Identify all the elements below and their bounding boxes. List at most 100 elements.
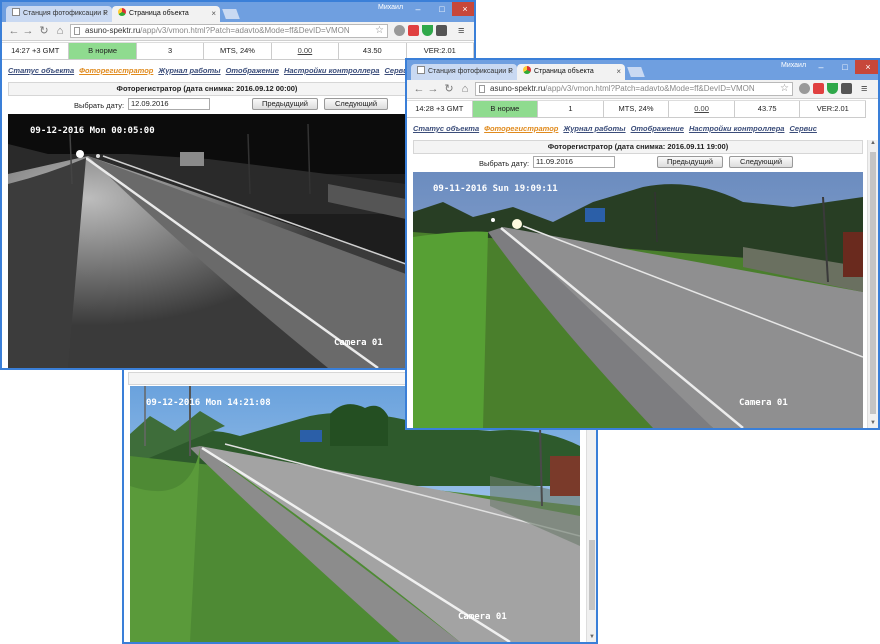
tab-object-page[interactable]: Страница объекта × [517, 64, 625, 80]
status-version: VER:2.01 [800, 101, 867, 117]
status-time: 14:27 +3 GMT [2, 43, 70, 59]
close-window-button[interactable]: × [452, 2, 474, 16]
extension-icon[interactable] [394, 25, 405, 36]
maximize-button[interactable]: □ [430, 2, 454, 16]
browser-toolbar: ← → ↻ ⌂ asuno-spektr.ru/app/v3/vmon.html… [2, 22, 474, 41]
close-window-button[interactable]: × [855, 60, 878, 74]
tab-station[interactable]: Станция фотофиксации Р × [411, 64, 517, 80]
page-info-icon [479, 85, 485, 93]
date-input[interactable]: 11.09.2016 [533, 156, 615, 168]
status-value: 43.75 [735, 101, 801, 117]
previous-button[interactable]: Предыдущий [252, 98, 318, 110]
nav-journal[interactable]: Журнал работы [158, 66, 220, 75]
extension-icon[interactable] [799, 83, 810, 94]
nav-status[interactable]: Статус объекта [413, 124, 479, 133]
extension-icon[interactable] [813, 83, 824, 94]
menu-icon[interactable]: ≡ [861, 82, 867, 96]
nav-settings[interactable]: Настройки контроллера [284, 66, 380, 75]
new-tab-button[interactable] [222, 9, 240, 19]
minimize-button[interactable]: – [809, 60, 833, 74]
star-icon[interactable]: ☆ [375, 25, 384, 37]
new-tab-button[interactable] [627, 67, 645, 77]
status-count: 1 [538, 101, 604, 117]
scroll-thumb[interactable] [589, 540, 595, 610]
maximize-button[interactable]: □ [833, 60, 857, 74]
menu-icon[interactable]: ≡ [458, 24, 464, 38]
status-link[interactable]: 0.00 [669, 101, 735, 117]
close-tab-icon[interactable]: × [616, 64, 621, 80]
status-state: В норме [472, 101, 539, 117]
next-button[interactable]: Следующий [324, 98, 388, 110]
photo-header: Фоторегистратор (дата снимка: 2016.09.11… [413, 140, 863, 154]
extension-icon[interactable] [408, 25, 419, 36]
status-state: В норме [69, 43, 137, 59]
browser-toolbar: ← → ↻ ⌂ asuno-spektr.ru/app/v3/vmon.html… [407, 80, 878, 99]
user-name: Михаил [378, 4, 404, 11]
tab-object-page[interactable]: Страница объекта × [112, 6, 220, 22]
forward-icon[interactable]: → [22, 24, 34, 38]
nav-status[interactable]: Статус объекта [8, 66, 74, 75]
photo-header: Фоторегистратор (дата снимка: 2016.09.12… [8, 82, 406, 96]
minimize-button[interactable]: – [406, 2, 430, 16]
status-version: VER:2.01 [407, 43, 474, 59]
page-scrollbar[interactable]: ▲ ▼ [867, 140, 878, 428]
date-label: Выбрать дату: [479, 159, 530, 168]
home-icon[interactable]: ⌂ [459, 82, 471, 96]
extension-icon[interactable] [436, 25, 447, 36]
status-operator: MTS, 24% [604, 101, 670, 117]
nav-display[interactable]: Отображение [226, 66, 279, 75]
night-photo: 09-12-2016 Mon 00:05:00 Camera 01 [8, 114, 406, 368]
night-photo-timestamp: 09-12-2016 Mon 00:05:00 [30, 126, 155, 136]
star-icon[interactable]: ☆ [780, 83, 789, 95]
title-bar: Станция фотофиксации Р × Страница объекта… [2, 2, 474, 22]
scroll-down-icon[interactable]: ▼ [868, 420, 878, 428]
status-link[interactable]: 0.00 [272, 43, 340, 59]
close-tab-icon[interactable]: × [103, 6, 108, 22]
user-name: Михаил [781, 62, 807, 69]
scroll-down-icon[interactable]: ▼ [587, 634, 596, 642]
date-label: Выбрать дату: [74, 101, 125, 110]
chrome-icon [118, 8, 126, 16]
close-tab-icon[interactable]: × [508, 64, 513, 80]
current-photo-timestamp: 09-12-2016 Mon 14:21:08 [146, 398, 271, 408]
status-row: 14:27 +3 GMT В норме 3 MTS, 24% 0.00 43.… [2, 42, 474, 60]
page-icon [12, 8, 20, 16]
object-nav: Статус объекта Фоторегистратор Журнал рабо… [8, 66, 417, 75]
page-info-icon [74, 27, 80, 35]
nav-display[interactable]: Отображение [631, 124, 684, 133]
back-icon[interactable]: ← [8, 24, 20, 38]
nav-settings[interactable]: Настройки контроллера [689, 124, 785, 133]
page-icon [417, 66, 425, 74]
next-button[interactable]: Следующий [729, 156, 793, 168]
date-input[interactable]: 12.09.2016 [128, 98, 210, 110]
chrome-icon [523, 66, 531, 74]
back-icon[interactable]: ← [413, 82, 425, 96]
address-bar[interactable]: asuno-spektr.ru/app/v3/vmon.html?Patch=a… [70, 24, 388, 38]
forward-icon[interactable]: → [427, 82, 439, 96]
scroll-up-icon[interactable]: ▲ [868, 140, 878, 148]
tab-station[interactable]: Станция фотофиксации Р × [6, 6, 112, 22]
nav-journal[interactable]: Журнал работы [563, 124, 625, 133]
shield-icon[interactable] [422, 25, 433, 36]
nav-service[interactable]: Сервис [789, 124, 816, 133]
extension-icon[interactable] [841, 83, 852, 94]
previous-button[interactable]: Предыдущий [657, 156, 723, 168]
scroll-thumb[interactable] [870, 152, 876, 414]
status-count: 3 [137, 43, 205, 59]
current-photo-camera-label: Camera 01 [458, 612, 507, 622]
evening-photo-camera-label: Camera 01 [739, 398, 788, 408]
nav-photoregistrator[interactable]: Фоторегистратор [484, 124, 558, 133]
object-nav: Статус объекта Фоторегистратор Журнал рабо… [413, 124, 822, 133]
evening-photo-timestamp: 09-11-2016 Sun 19:09:11 [433, 184, 558, 194]
status-row: 14:28 +3 GMT В норме 1 MTS, 24% 0.00 43.… [407, 100, 867, 118]
reload-icon[interactable]: ↻ [443, 82, 455, 96]
address-bar[interactable]: asuno-spektr.ru/app/v3/vmon.html?Patch=a… [475, 82, 793, 96]
browser-window-2: Станция фотофиксации Р × Страница объекта… [405, 58, 880, 430]
nav-photoregistrator[interactable]: Фоторегистратор [79, 66, 153, 75]
shield-icon[interactable] [827, 83, 838, 94]
close-tab-icon[interactable]: × [211, 6, 216, 22]
reload-icon[interactable]: ↻ [38, 24, 50, 38]
home-icon[interactable]: ⌂ [54, 24, 66, 38]
status-operator: MTS, 24% [204, 43, 272, 59]
title-bar: Станция фотофиксации Р × Страница объекта… [407, 60, 878, 80]
